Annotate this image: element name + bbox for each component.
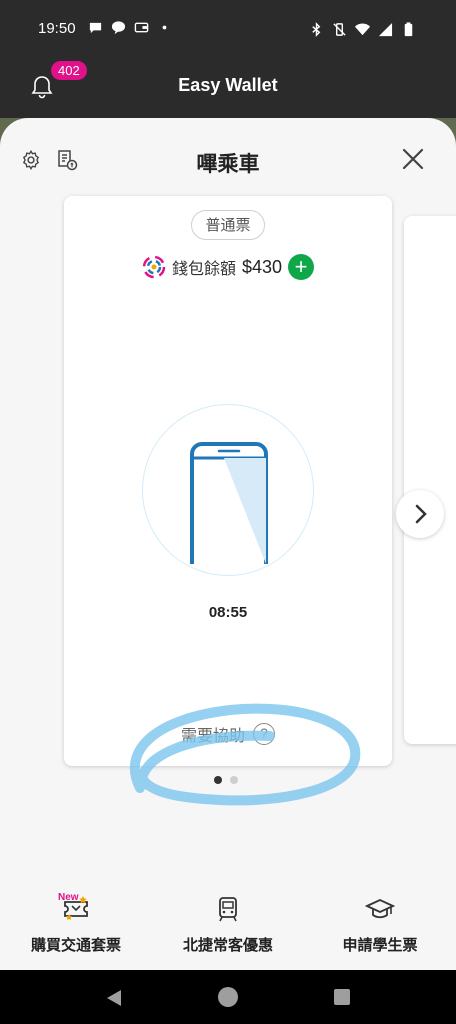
home-icon[interactable] bbox=[218, 987, 238, 1007]
ticket-card: 普通票 錢包餘額 $430 + 08:55 需要協助 ? bbox=[64, 196, 392, 766]
app-title: Easy Wallet bbox=[178, 75, 278, 95]
wallet-icon bbox=[134, 22, 149, 33]
balance-label: 錢包餘額 bbox=[171, 259, 236, 278]
wifi-icon bbox=[355, 23, 370, 36]
page-dot-active bbox=[214, 776, 222, 784]
bottom-actions: New 購買交通套票 北捷常客優惠 申請學生票 bbox=[0, 888, 456, 970]
line-app-icon bbox=[111, 21, 126, 35]
graduation-cap-icon bbox=[365, 899, 395, 919]
ride-sheet: 嗶乘車 普通票 錢包餘額 $430 + 08:55 需要協助 ? New 購買交… bbox=[0, 118, 456, 970]
page-dot bbox=[230, 776, 238, 784]
status-time: 19:50 bbox=[38, 20, 76, 37]
system-nav-bar bbox=[0, 970, 456, 1024]
phone-tap-icon bbox=[190, 442, 268, 564]
page-indicator bbox=[214, 776, 238, 784]
status-system-icons bbox=[309, 22, 416, 37]
tab-label: 申請學生票 bbox=[342, 936, 418, 954]
top-up-button[interactable]: + bbox=[288, 254, 315, 280]
screen: 19:50 402 Easy Wallet 嗶乘車 普通票 錢包餘額 $430 … bbox=[0, 0, 456, 1024]
bluetooth-icon bbox=[312, 22, 321, 37]
sheet-header: 嗶乘車 bbox=[0, 146, 456, 176]
easy-wallet-logo-icon bbox=[142, 255, 166, 279]
tab-student-ticket[interactable]: 申請學生票 bbox=[304, 894, 456, 955]
recent-apps-icon[interactable] bbox=[334, 989, 350, 1005]
app-header: 402 Easy Wallet bbox=[0, 58, 456, 118]
battery-icon bbox=[404, 22, 413, 37]
chat-bubble-icon bbox=[89, 22, 102, 34]
tab-buy-pass[interactable]: New 購買交通套票 bbox=[0, 892, 152, 955]
balance-amount: $430 bbox=[241, 256, 283, 277]
ticket-type-chip: 普通票 bbox=[191, 210, 265, 240]
sheet-title: 嗶乘車 bbox=[196, 152, 260, 176]
back-icon[interactable] bbox=[104, 988, 124, 1008]
help-label: 需要協助 bbox=[180, 726, 245, 745]
help-icon: ? bbox=[253, 723, 275, 745]
signal-icon bbox=[378, 22, 393, 37]
tab-label: 北捷常客優惠 bbox=[182, 936, 273, 954]
help-link[interactable]: 需要協助 ? bbox=[64, 722, 392, 746]
next-ticket-card[interactable] bbox=[404, 216, 456, 744]
next-card-button[interactable] bbox=[396, 490, 444, 538]
countdown-timer: 08:55 bbox=[208, 604, 248, 621]
balance-row: 錢包餘額 $430 + bbox=[64, 254, 392, 280]
tab-label: 購買交通套票 bbox=[30, 936, 121, 954]
new-badge: New bbox=[58, 892, 79, 903]
vibrate-off-icon bbox=[333, 23, 346, 36]
more-dot-icon bbox=[162, 25, 167, 30]
tab-metro-discount[interactable]: 北捷常客優惠 bbox=[152, 894, 304, 955]
close-icon[interactable] bbox=[402, 148, 424, 170]
train-icon bbox=[219, 897, 237, 922]
status-bar: 19:50 bbox=[0, 0, 456, 58]
status-notifications bbox=[88, 20, 172, 35]
